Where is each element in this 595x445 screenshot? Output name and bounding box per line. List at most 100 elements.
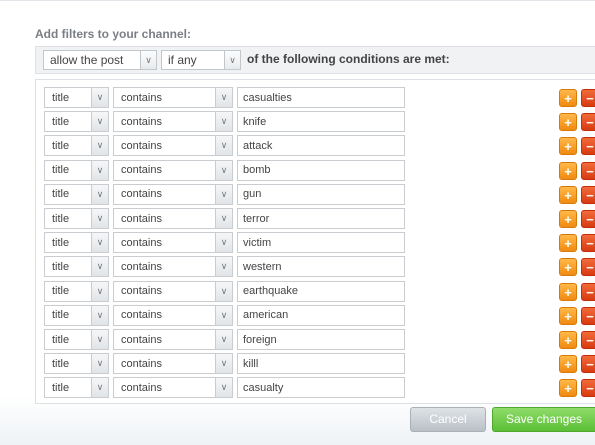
channel-filter-panel: Add filters to your channel: allow the p…	[0, 0, 595, 445]
value-input[interactable]: killl	[237, 353, 405, 375]
operator-select[interactable]: contains ∨	[113, 377, 233, 399]
plus-icon: +	[564, 91, 572, 106]
remove-condition-button[interactable]: −	[581, 355, 595, 374]
plus-icon: +	[564, 236, 572, 252]
add-condition-button[interactable]: +	[559, 210, 577, 228]
value-input[interactable]: bomb	[237, 159, 405, 181]
field-select[interactable]: title ∨	[44, 256, 109, 278]
operator-select[interactable]: contains ∨	[113, 87, 233, 108]
chevron-down-icon: ∨	[91, 257, 108, 277]
minus-icon: −	[586, 260, 594, 276]
chevron-down-icon: ∨	[91, 305, 108, 325]
value-input[interactable]: western	[237, 256, 405, 278]
operator-select-value: contains	[121, 115, 162, 128]
operator-select[interactable]: contains ∨	[113, 232, 233, 254]
field-select[interactable]: title ∨	[44, 280, 109, 302]
add-condition-button[interactable]: +	[559, 113, 577, 132]
operator-select[interactable]: contains ∨	[113, 111, 233, 133]
operator-select[interactable]: contains ∨	[113, 183, 233, 205]
operator-select[interactable]: contains ∨	[113, 280, 233, 302]
add-condition-button[interactable]: +	[559, 282, 577, 301]
add-condition-button[interactable]: +	[559, 89, 577, 107]
value-input[interactable]: knife	[237, 111, 405, 133]
field-select[interactable]: title ∨	[44, 183, 109, 205]
remove-condition-button[interactable]: −	[581, 185, 595, 204]
add-condition-button[interactable]: +	[559, 355, 577, 374]
remove-condition-button[interactable]: −	[581, 379, 595, 398]
remove-condition-button[interactable]: −	[581, 331, 595, 349]
value-input[interactable]: victim	[237, 232, 405, 254]
value-input[interactable]: foreign	[237, 329, 405, 350]
operator-select[interactable]: contains ∨	[113, 256, 233, 278]
operator-select[interactable]: contains ∨	[113, 208, 233, 229]
add-condition-button[interactable]: +	[559, 379, 577, 398]
minus-icon: −	[586, 381, 594, 397]
remove-condition-button[interactable]: −	[581, 161, 595, 180]
add-condition-button[interactable]: +	[559, 137, 577, 156]
minus-icon: −	[586, 308, 594, 324]
field-select-value: title	[52, 333, 70, 346]
operator-select[interactable]: contains ∨	[113, 353, 233, 375]
condition-row: title ∨ contains ∨ earthquake + −	[36, 280, 595, 303]
value-input[interactable]: casualties	[237, 87, 405, 108]
operator-select-value: contains	[121, 236, 162, 249]
operator-select-value: contains	[121, 381, 162, 394]
add-condition-button[interactable]: +	[559, 161, 577, 180]
condition-row: title ∨ contains ∨ gun + −	[36, 183, 595, 206]
value-input[interactable]: terror	[237, 208, 405, 229]
minus-icon: −	[586, 163, 594, 179]
add-condition-button[interactable]: +	[559, 306, 577, 325]
chevron-down-icon: ∨	[91, 88, 108, 107]
field-select-value: title	[52, 91, 70, 104]
remove-condition-button[interactable]: −	[581, 113, 595, 132]
cancel-button[interactable]: Cancel	[410, 407, 486, 432]
condition-row: title ∨ contains ∨ knife + −	[36, 111, 595, 133]
value-input[interactable]: attack	[237, 135, 405, 157]
add-condition-button[interactable]: +	[559, 331, 577, 349]
remove-condition-button[interactable]: −	[581, 234, 595, 253]
condition-row: title ∨ contains ∨ casualties + −	[36, 87, 595, 109]
field-select[interactable]: title ∨	[44, 304, 109, 326]
minus-icon: −	[586, 284, 594, 300]
field-select[interactable]: title ∨	[44, 208, 109, 229]
remove-condition-button[interactable]: −	[581, 282, 595, 301]
operator-select[interactable]: contains ∨	[113, 159, 233, 181]
value-input[interactable]: earthquake	[237, 280, 405, 302]
minus-icon: −	[586, 236, 594, 252]
field-select[interactable]: title ∨	[44, 135, 109, 157]
remove-condition-button[interactable]: −	[581, 137, 595, 156]
operator-select-value: contains	[121, 357, 162, 370]
save-changes-button[interactable]: Save changes	[492, 407, 595, 432]
field-select-value: title	[52, 285, 70, 298]
add-condition-button[interactable]: +	[559, 234, 577, 253]
operator-select[interactable]: contains ∨	[113, 329, 233, 350]
action-select[interactable]: allow the post ∨	[43, 50, 157, 70]
condition-row: title ∨ contains ∨ killl + −	[36, 353, 595, 375]
add-condition-button[interactable]: +	[559, 258, 577, 277]
operator-select-value: contains	[121, 333, 162, 346]
field-select-value: title	[52, 212, 70, 225]
condition-row: title ∨ contains ∨ bomb + −	[36, 159, 595, 182]
value-input[interactable]: gun	[237, 183, 405, 205]
field-select[interactable]: title ∨	[44, 377, 109, 399]
remove-condition-button[interactable]: −	[581, 89, 595, 107]
field-select[interactable]: title ∨	[44, 111, 109, 133]
remove-condition-button[interactable]: −	[581, 258, 595, 277]
remove-condition-button[interactable]: −	[581, 306, 595, 325]
remove-condition-button[interactable]: −	[581, 210, 595, 228]
add-condition-button[interactable]: +	[559, 185, 577, 204]
chevron-down-icon: ∨	[91, 160, 108, 180]
field-select[interactable]: title ∨	[44, 232, 109, 254]
value-input[interactable]: casualty	[237, 377, 405, 399]
plus-icon: +	[564, 115, 572, 131]
field-select[interactable]: title ∨	[44, 159, 109, 181]
field-select[interactable]: title ∨	[44, 329, 109, 350]
chevron-down-icon: ∨	[215, 184, 232, 204]
value-input[interactable]: american	[237, 304, 405, 326]
operator-select[interactable]: contains ∨	[113, 135, 233, 157]
field-select[interactable]: title ∨	[44, 353, 109, 375]
quantifier-select[interactable]: if any ∨	[161, 50, 241, 70]
operator-select[interactable]: contains ∨	[113, 304, 233, 326]
field-select[interactable]: title ∨	[44, 87, 109, 108]
chevron-down-icon: ∨	[215, 354, 232, 374]
